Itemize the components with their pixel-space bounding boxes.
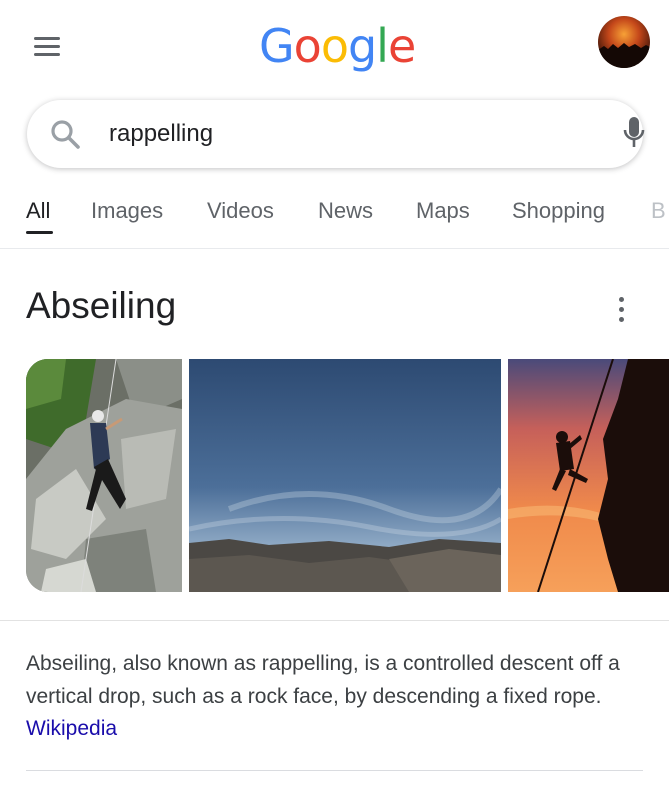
image-climber[interactable]: [26, 359, 182, 592]
divider: [26, 770, 643, 771]
header: Google: [0, 0, 669, 96]
image-carousel[interactable]: [26, 359, 669, 592]
description-text: Abseiling, also known as rappelling, is …: [26, 652, 620, 708]
active-tab-indicator: [26, 231, 53, 234]
tab-maps[interactable]: Maps: [416, 198, 470, 224]
knowledge-panel-title: Abseiling: [26, 285, 177, 326]
account-avatar[interactable]: [598, 16, 650, 68]
logo-letter: G: [259, 19, 295, 73]
search-input[interactable]: rappelling: [109, 120, 213, 148]
tab-images[interactable]: Images: [91, 198, 163, 224]
search-icon[interactable]: [49, 118, 81, 150]
tab-shopping[interactable]: Shopping: [512, 198, 605, 224]
more-vert-icon[interactable]: [608, 295, 634, 325]
logo-letter: o: [293, 19, 322, 73]
search-bar[interactable]: rappelling: [27, 100, 645, 168]
tab-news[interactable]: News: [318, 198, 373, 224]
microphone-icon[interactable]: [620, 100, 648, 168]
logo-letter: e: [387, 19, 416, 73]
wikipedia-link[interactable]: Wikipedia: [26, 717, 117, 740]
search-tabs: All Images Videos News Maps Shopping B: [0, 186, 669, 249]
logo-letter: g: [347, 19, 377, 73]
description: Abseiling, also known as rappelling, is …: [26, 648, 646, 746]
tab-videos[interactable]: Videos: [207, 198, 274, 224]
logo-letter: l: [376, 19, 389, 73]
tab-partial[interactable]: B: [651, 198, 666, 224]
hamburger-menu-icon[interactable]: [30, 30, 64, 62]
tab-all[interactable]: All: [26, 198, 50, 224]
image-silhouette-sunset[interactable]: [508, 359, 669, 592]
logo-letter: o: [320, 19, 349, 73]
divider: [0, 620, 669, 621]
image-sky-landscape[interactable]: [189, 359, 501, 592]
google-logo[interactable]: Google: [259, 18, 416, 74]
